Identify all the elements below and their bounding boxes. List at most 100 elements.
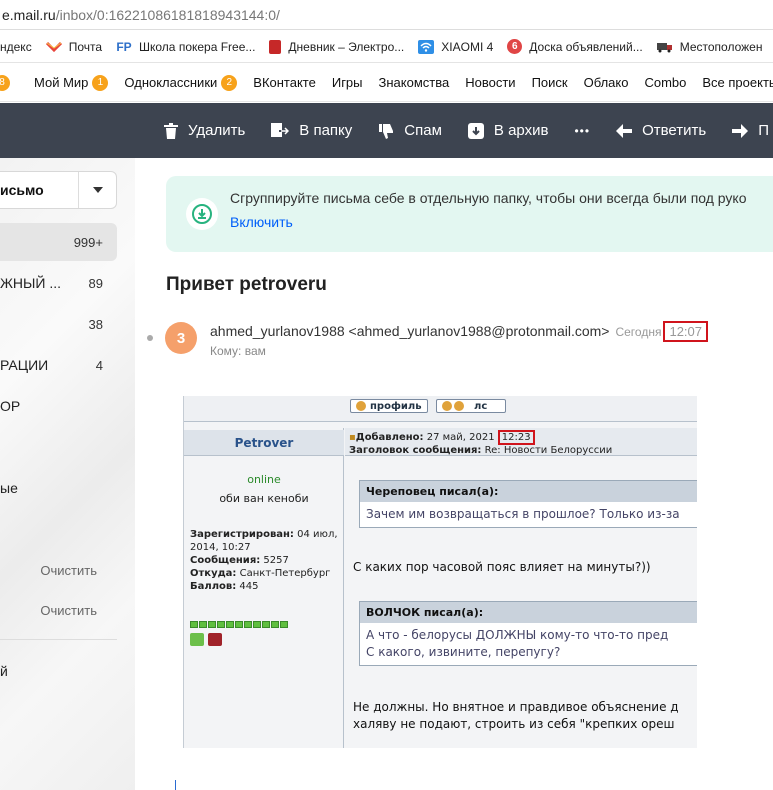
text-cursor [175, 780, 176, 790]
forum-pm-label: лс [474, 400, 488, 412]
forum-quote-2: ВОЛЧОК писал(а): А что - белорусы ДОЛЖНЫ… [359, 601, 697, 666]
quote-text: Зачем им возвращаться в прошлое? Только … [366, 507, 680, 521]
user-icon [356, 401, 366, 411]
folder-count: 38 [88, 316, 103, 332]
sidebar-folder-4[interactable]: РАЦИИ 4 [0, 346, 117, 384]
delete-label: Удалить [188, 122, 246, 139]
message-view: Сгруппируйте письма себе в отдельную пап… [135, 158, 773, 790]
portal-lead-badge[interactable]: 8 [0, 74, 18, 91]
bookmark-mail[interactable]: Почта [45, 39, 103, 54]
portal-item-combo[interactable]: Combo [644, 75, 686, 90]
portal-nav: 8 Мой Мир1 Одноклассники2 ВКонтакте Игры… [0, 64, 773, 102]
from-value: Санкт-Петербург [239, 568, 331, 579]
forum-post-text-2: Не должны. Но внятное и правдивое объясн… [353, 699, 679, 733]
notice-enable-link[interactable]: Включить [230, 214, 293, 230]
more-icon: ••• [574, 123, 591, 138]
avatar[interactable]: 3 [165, 322, 197, 354]
registered-label: Зарегистрирован: [190, 529, 294, 540]
bookmark-poker[interactable]: FP Школа покера Free... [116, 40, 255, 54]
fp-icon: FP [116, 39, 132, 54]
unread-dot[interactable] [147, 335, 153, 341]
portal-item-vk[interactable]: ВКонтакте [253, 75, 316, 90]
bookmark-label: Почта [68, 39, 103, 54]
folder-label: ОР [0, 398, 21, 414]
added-label: Добавлено: [355, 432, 424, 443]
thumb-down-icon [379, 123, 394, 139]
sidebar-folder-5[interactable]: ОР [0, 387, 117, 425]
bookmark-xiaomi[interactable]: XIAOMI 4 [418, 39, 493, 54]
user-icon [442, 401, 452, 411]
post-line: Не должны. Но внятное и правдивое объясн… [353, 700, 679, 714]
forward-button[interactable]: П [732, 122, 769, 139]
reputation-bar [190, 621, 289, 628]
sidebar-folder-3[interactable]: 38 [0, 305, 117, 343]
reply-button[interactable]: Ответить [616, 122, 706, 139]
move-to-folder-button[interactable]: В папку [271, 122, 352, 139]
from-label: Откуда: [190, 568, 237, 579]
bookmark-diary[interactable]: Дневник – Электро... [269, 39, 404, 54]
post-doc-icon: ▪ [349, 432, 356, 443]
clear-button-2[interactable]: Очистить [40, 603, 97, 618]
portal-item-search[interactable]: Поиск [532, 75, 568, 90]
forum-profile-button: профиль [350, 399, 428, 413]
archive-button[interactable]: В архив [467, 122, 549, 139]
sidebar: исьмо 999+ ЖНЫЙ ... 89 38 РАЦИИ 4 ОР ые … [0, 158, 135, 790]
clear-button-1[interactable]: Очистить [40, 563, 97, 578]
spam-button[interactable]: Спам [378, 122, 442, 139]
mail-window: e.mail.ru/inbox/0:16221086181818943144:0… [0, 0, 773, 790]
forum-post-header: ▪Добавлено: 27 май, 2021 12:23 Заголовок… [345, 428, 697, 456]
address-path: /inbox/0:16221086181818943144:0/ [55, 7, 280, 23]
board-icon: 6 [507, 39, 523, 54]
more-button[interactable]: ••• [574, 124, 590, 138]
forum-user-info: Зарегистрирован: 04 июл, 2014, 10:27 Соо… [190, 528, 342, 593]
reply-icon [616, 123, 633, 138]
folder-label: ЖНЫЙ ... [0, 275, 62, 291]
delete-button[interactable]: Удалить [164, 122, 245, 139]
quote-author: ВОЛЧОК писал(а): [360, 602, 697, 623]
notification-badge: 8 [0, 74, 10, 91]
archive-label: В архив [493, 122, 549, 139]
portal-item-cloud[interactable]: Облако [584, 75, 629, 90]
sender-address[interactable]: ahmed_yurlanov1988 <ahmed_yurlanov1988@p… [210, 323, 609, 339]
bookmark-label: ндекс [0, 39, 32, 54]
diary-icon [269, 39, 282, 54]
portal-item-label: ВКонтакте [253, 75, 316, 90]
portal-item-label: Игры [331, 75, 363, 90]
sidebar-folder-inbox[interactable]: 999+ [0, 223, 117, 261]
portal-item-news[interactable]: Новости [465, 75, 515, 90]
bookmark-location[interactable]: Местоположен [656, 40, 762, 54]
sidebar-folder-6[interactable] [0, 428, 117, 466]
chevron-down-icon[interactable] [78, 172, 116, 208]
portal-item-label: Облако [583, 75, 629, 90]
bookmark-label: Школа покера Free... [139, 39, 256, 54]
folder-label: ые [0, 480, 18, 496]
bookmark-yandex[interactable]: ндекс [0, 40, 32, 54]
wifi-icon [418, 39, 435, 54]
forum-profile-label: профиль [370, 400, 422, 412]
forum-top-strip: профиль лс [184, 396, 697, 422]
portal-item-ok[interactable]: Одноклассники 2 [124, 74, 238, 91]
sidebar-folder-7[interactable]: ые [0, 469, 117, 507]
compose-label: исьмо [0, 182, 44, 198]
folder-download-icon [186, 198, 218, 230]
sidebar-folder-important[interactable]: ЖНЫЙ ... 89 [0, 264, 117, 302]
portal-item-my-world[interactable]: Мой Мир 1 [34, 74, 109, 91]
address-bar[interactable]: e.mail.ru/inbox/0:16221086181818943144:0… [0, 0, 773, 30]
folder-count: 999+ [73, 234, 103, 250]
user-icon [454, 401, 464, 411]
move-label: В папку [299, 122, 353, 139]
notice-text: Сгруппируйте письма себе в отдельную пап… [230, 190, 747, 206]
compose-button[interactable]: исьмо [0, 171, 117, 209]
portal-item-label: Мой Мир [34, 75, 89, 90]
move-folder-icon [271, 122, 290, 137]
portal-item-all-projects[interactable]: Все проекты▼ [702, 75, 773, 90]
forum-username: Petrover [184, 430, 344, 456]
folder-label: РАЦИИ [0, 357, 49, 373]
posts-value: 5257 [263, 555, 289, 566]
portal-item-games[interactable]: Игры [332, 75, 363, 90]
archive-icon [467, 122, 484, 139]
recipient-line: Кому: вам [210, 344, 266, 358]
sidebar-bottom-item[interactable]: й [0, 663, 8, 679]
portal-item-dating[interactable]: Знакомства [379, 75, 450, 90]
bookmark-board[interactable]: 6 Доска объявлений... [507, 39, 643, 54]
